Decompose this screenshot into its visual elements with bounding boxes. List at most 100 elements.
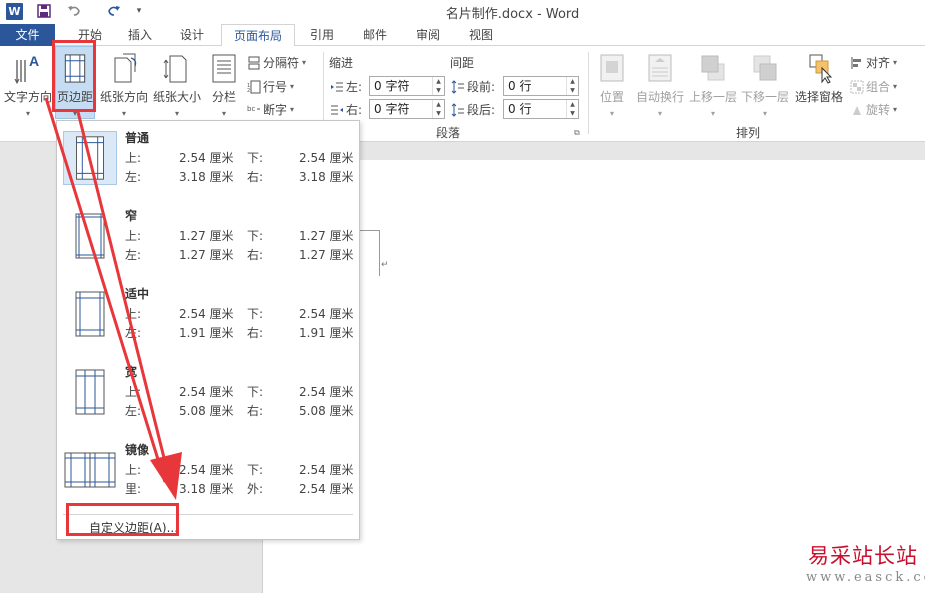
bottom-value: 2.54 厘米 <box>299 307 354 321</box>
margin-preset-normal[interactable]: 普通 上: 2.54 厘米 下: 2.54 厘米 左: 3.18 厘米 右: 3… <box>57 121 359 199</box>
bring-forward-button[interactable]: 上移一层 ▾ <box>688 50 738 118</box>
margin-preset-mirrored[interactable]: 镜像 上: 2.54 厘米 下: 2.54 厘米 里: 3.18 厘米 外: 2… <box>57 433 359 511</box>
spacing-before-label: 段前: <box>467 80 496 94</box>
tab-view[interactable]: 视图 <box>461 24 501 46</box>
indent-right-label-row: 右: <box>330 101 362 118</box>
document-page[interactable] <box>262 160 925 593</box>
text-direction-button[interactable]: A 文字方向 ▾ <box>2 50 54 118</box>
spacing-after-input[interactable]: 0 行 ▲ ▼ <box>503 99 579 119</box>
indent-left-input[interactable]: 0 字符 ▲ ▼ <box>369 76 445 96</box>
orientation-button[interactable]: 纸张方向 ▾ <box>96 50 152 118</box>
right-value: 1.91 厘米 <box>299 326 354 340</box>
columns-button[interactable]: 分栏 ▾ <box>206 50 242 118</box>
right-label: 右: <box>247 170 264 184</box>
margin-preset-icon <box>75 291 105 337</box>
size-button[interactable]: 纸张大小 ▾ <box>150 50 204 118</box>
wrap-text-button[interactable]: 自动换行 ▾ <box>634 50 686 118</box>
spacing-after-label-row: 段后: <box>451 101 495 118</box>
margins-dropdown: 普通 上: 2.54 厘米 下: 2.54 厘米 左: 3.18 厘米 右: 3… <box>56 120 360 540</box>
paper-size-icon <box>163 55 187 83</box>
size-label: 纸张大小 <box>152 90 201 104</box>
bring-forward-label: 上移一层 <box>688 90 737 104</box>
send-backward-label: 下移一层 <box>740 90 789 104</box>
spacing-heading: 间距 <box>450 56 475 70</box>
tab-mailings[interactable]: 邮件 <box>355 24 395 46</box>
left-value: 3.18 厘米 <box>179 482 234 496</box>
indent-left-value: 0 字符 <box>374 79 410 93</box>
left-label: 左: <box>125 404 142 418</box>
svg-text:2: 2 <box>247 88 250 94</box>
wrap-text-label: 自动换行 <box>635 90 684 104</box>
spin-arrows-icon[interactable]: ▲ ▼ <box>566 100 578 118</box>
right-label: 外: <box>247 482 264 496</box>
top-label: 上: <box>125 307 142 321</box>
bring-forward-icon <box>701 55 725 81</box>
columns-label: 分栏 <box>211 90 236 104</box>
bottom-value: 2.54 厘米 <box>299 151 354 165</box>
top-value: 1.27 厘米 <box>179 229 234 243</box>
margins-label: 页边距 <box>56 90 93 104</box>
watermark-title: 易采站长站 <box>808 544 918 568</box>
menu-separator <box>63 514 353 515</box>
chevron-down-icon: ▾ <box>609 109 614 118</box>
chevron-down-icon: ▾ <box>762 109 767 118</box>
breaks-button[interactable]: 分隔符 ▾ <box>247 54 306 71</box>
send-backward-icon <box>753 55 777 81</box>
rotate-button[interactable]: 旋转 ▾ <box>850 101 897 118</box>
margin-corner-mark <box>379 230 380 276</box>
svg-text:A: A <box>29 53 39 69</box>
custom-margins-item[interactable]: 自定义边距(A)... <box>89 519 178 536</box>
indent-right-value: 0 字符 <box>374 102 410 116</box>
left-value: 1.91 厘米 <box>179 326 234 340</box>
breaks-icon <box>248 56 260 69</box>
tab-home[interactable]: 开始 <box>70 24 110 46</box>
spacing-before-value: 0 行 <box>508 79 532 93</box>
position-button[interactable]: 位置 ▾ <box>594 50 630 118</box>
tab-design[interactable]: 设计 <box>172 24 212 46</box>
preset-name: 普通 <box>125 131 150 145</box>
indent-right-icon <box>331 105 343 114</box>
top-label: 上: <box>125 151 142 165</box>
paragraph-group-label: 段落 <box>436 126 461 140</box>
margin-preset-wide[interactable]: 宽 上: 2.54 厘米 下: 2.54 厘米 左: 5.08 厘米 右: 5.… <box>57 355 359 433</box>
bottom-label: 下: <box>247 307 264 321</box>
tab-insert[interactable]: 插入 <box>120 24 160 46</box>
dialog-launcher-icon[interactable]: ⧉ <box>574 128 580 138</box>
spin-arrows-icon[interactable]: ▲ ▼ <box>432 77 444 95</box>
margins-icon <box>64 54 86 83</box>
left-label: 左: <box>125 248 142 262</box>
tab-review[interactable]: 审阅 <box>408 24 448 46</box>
right-value: 2.54 厘米 <box>299 482 354 496</box>
preset-name: 镜像 <box>125 443 150 457</box>
paragraph-mark-icon: ↵ <box>381 260 389 270</box>
arrange-group-label: 排列 <box>736 126 761 140</box>
group-objects-button[interactable]: 组合 ▾ <box>850 78 897 95</box>
hyphenation-icon: bc <box>247 105 260 113</box>
chevron-down-icon: ▾ <box>302 58 307 67</box>
spacing-after-value: 0 行 <box>508 102 532 116</box>
line-numbers-button[interactable]: 12 行号 ▾ <box>247 78 294 95</box>
tab-references[interactable]: 引用 <box>302 24 342 46</box>
indent-left-label: 左: <box>346 80 363 94</box>
hyphenation-button[interactable]: bc 断字 ▾ <box>247 101 294 118</box>
selection-pane-button[interactable]: 选择窗格 <box>792 50 846 118</box>
tab-file[interactable]: 文件 <box>0 24 55 46</box>
bottom-value: 2.54 厘米 <box>299 463 354 477</box>
margins-button[interactable]: 页边距 ▾ <box>55 46 95 119</box>
spacing-before-input[interactable]: 0 行 ▲ ▼ <box>503 76 579 96</box>
preset-name: 宽 <box>125 365 138 379</box>
spin-arrows-icon[interactable]: ▲ ▼ <box>566 77 578 95</box>
align-button[interactable]: 对齐 ▾ <box>850 54 897 71</box>
top-label: 上: <box>125 385 142 399</box>
right-label: 右: <box>247 404 264 418</box>
spacing-before-icon <box>451 79 464 94</box>
align-label: 对齐 <box>866 56 891 70</box>
tab-page-layout[interactable]: 页面布局 <box>221 24 295 47</box>
bottom-label: 下: <box>247 385 264 399</box>
group-objects-label: 组合 <box>866 80 891 94</box>
margin-preset-moderate[interactable]: 适中 上: 2.54 厘米 下: 2.54 厘米 左: 1.91 厘米 右: 1… <box>57 277 359 355</box>
indent-right-input[interactable]: 0 字符 ▲ ▼ <box>369 99 445 119</box>
send-backward-button[interactable]: 下移一层 ▾ <box>740 50 790 118</box>
spin-arrows-icon[interactable]: ▲ ▼ <box>432 100 444 118</box>
margin-preset-narrow[interactable]: 窄 上: 1.27 厘米 下: 1.27 厘米 左: 1.27 厘米 右: 1.… <box>57 199 359 277</box>
